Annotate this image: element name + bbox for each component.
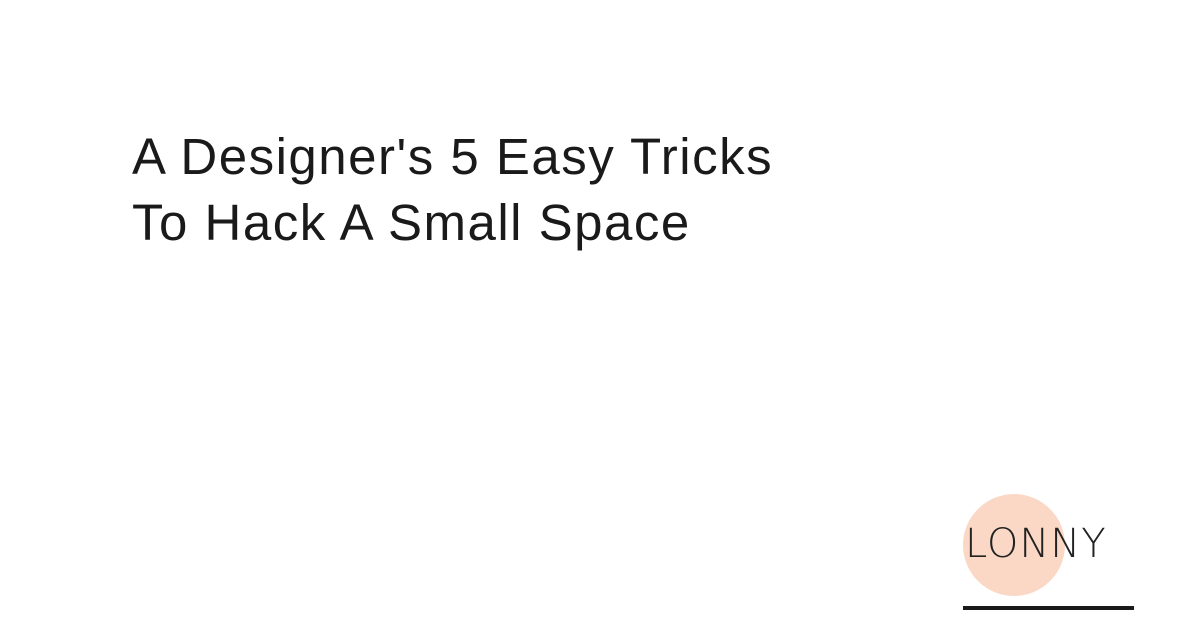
logo-underline (963, 606, 1134, 610)
lonny-logo: LONNY (960, 492, 1140, 616)
logo-wordmark: LONNY (965, 521, 1107, 567)
headline-line-1: A Designer's 5 Easy Tricks (132, 128, 774, 185)
article-headline: A Designer's 5 Easy Tricks To Hack A Sma… (132, 124, 1032, 256)
headline-line-2: To Hack A Small Space (132, 194, 691, 251)
share-card: A Designer's 5 Easy Tricks To Hack A Sma… (0, 0, 1200, 630)
